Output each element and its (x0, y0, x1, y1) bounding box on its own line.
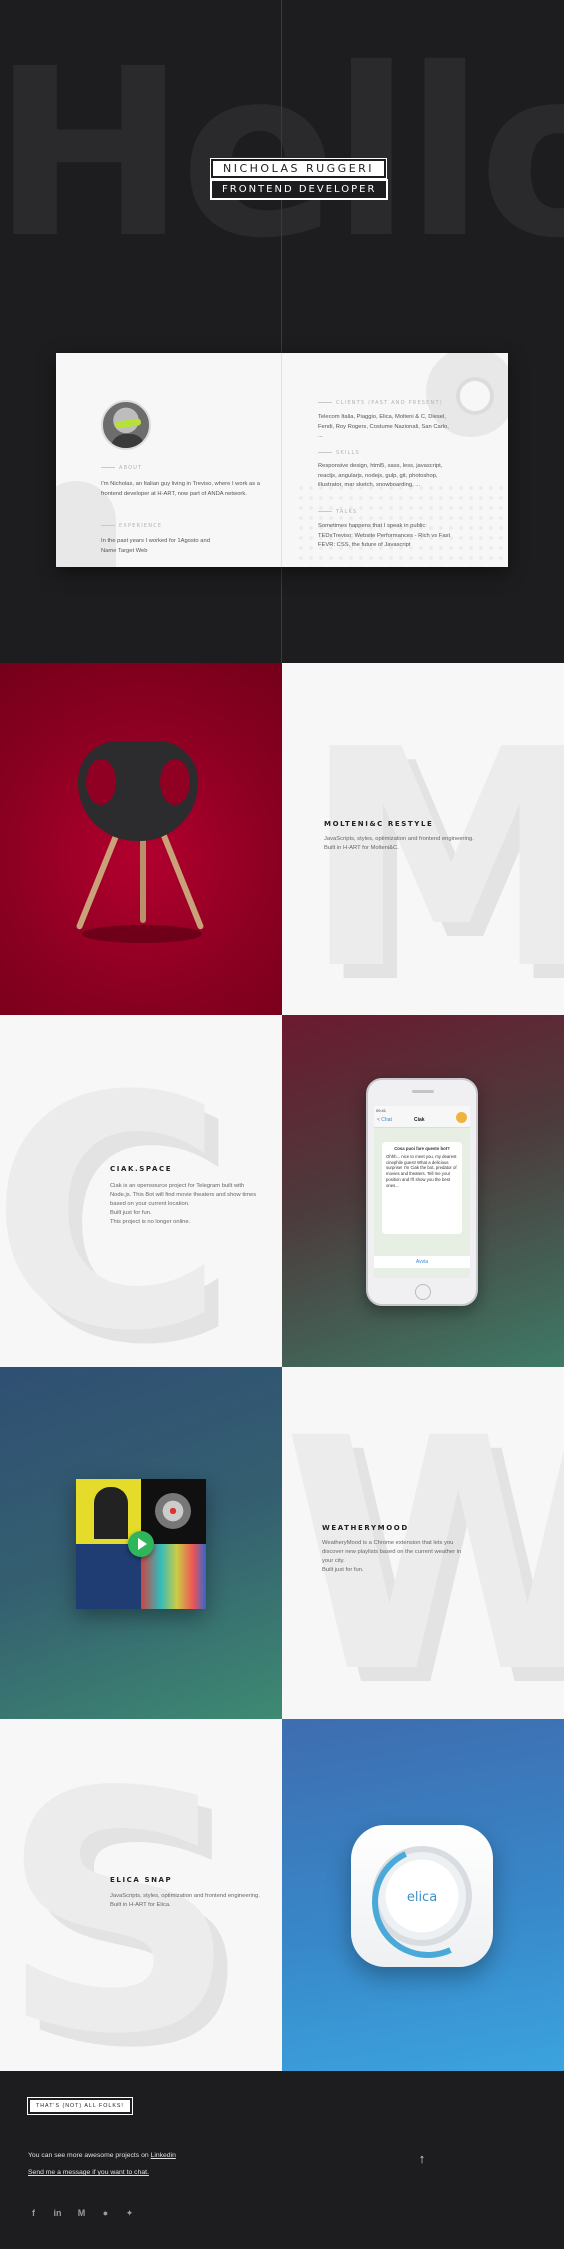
chair-leg (75, 825, 123, 931)
footer-message-text: Send me a message if you want to chat. (28, 2169, 149, 2176)
about-label: ABOUT (101, 465, 142, 471)
phone-screen: 09:41 < Chat Ciak Cosa puoi fare questo … (374, 1106, 470, 1278)
facebook-icon[interactable]: f (28, 2208, 39, 2219)
chair-image (78, 741, 198, 841)
phone-back-link: < Chat (377, 1117, 392, 1123)
skills-text: Responsive design, html5, sass, less, ja… (318, 463, 443, 489)
ciak-desc: Ciak is an opensource project for Telegr… (110, 1183, 257, 1225)
clients-text: Telecom Italia, Piaggio, Elica, Molteni … (318, 414, 449, 440)
elica-image-tile[interactable]: elica (282, 1719, 564, 2071)
elica-title: ELICA SNAP (110, 1876, 173, 1884)
about-card: ABOUT I'm Nicholas, an Italian guy livin… (56, 353, 508, 567)
experience-label: EXPERIENCE (101, 523, 162, 529)
bubble-title: Cosa puoi fare questo bot? (394, 1146, 450, 1151)
elica-app-icon: elica (351, 1825, 493, 1967)
molteni-background-letter: M (302, 686, 564, 1015)
linkedin-link[interactable]: Linkedin (151, 2152, 176, 2159)
phone-message-bubble: Cosa puoi fare questo bot? Ohhh... nice … (382, 1142, 462, 1234)
skills-label: SKILLS (318, 450, 360, 456)
play-icon (128, 1531, 154, 1557)
talks-text: Sometimes happens that I speak in public… (318, 523, 451, 549)
phone-start-button: Avvia (374, 1256, 470, 1268)
message-link[interactable]: Send me a message if you want to chat. (28, 2169, 149, 2176)
chat-avatar-icon (456, 1112, 467, 1123)
chair-leg (140, 833, 146, 923)
weatherymood-title: WEATHERYMOOD (322, 1524, 409, 1532)
about-text: I'm Nicholas, an Italian guy living in T… (101, 481, 260, 497)
weatherymood-desc: WeatheryMood is a Chrome extension that … (322, 1540, 462, 1573)
molteni-image-tile[interactable] (0, 663, 282, 1015)
footer-badge: THAT'S (NOT) ALL FOLKS! (28, 2098, 132, 2114)
molteni-desc: JavaScripts, styles, optimization and fr… (324, 836, 474, 851)
medium-icon[interactable]: M (76, 2208, 87, 2219)
ciak-info-tile[interactable]: C CIAK.SPACE Ciak is an opensource proje… (0, 1015, 282, 1367)
chair-leg (157, 825, 205, 931)
talks-label: TALKS (318, 509, 357, 515)
phone-speaker (412, 1090, 434, 1093)
phone-time: 09:41 (376, 1108, 387, 1113)
phone-chat-name: Ciak (414, 1117, 425, 1123)
elica-background-letter: S (0, 1722, 238, 2071)
clients-label: CLIENTS (PAST AND PRESENT) (318, 400, 443, 406)
chair-hole (86, 759, 116, 805)
weatherymood-image-tile[interactable] (0, 1367, 282, 1719)
album-cover (76, 1544, 141, 1609)
album-collage (76, 1479, 206, 1609)
footer-more-text: You can see more awesome projects on Lin… (28, 2152, 176, 2159)
footer-more-prefix: You can see more awesome projects on (28, 2152, 151, 2159)
album-cover (141, 1479, 206, 1544)
footer: THAT'S (NOT) ALL FOLKS! You can see more… (0, 2071, 564, 2249)
app-ring: elica (372, 1846, 472, 1946)
weatherymood-info-tile[interactable]: W WEATHERYMOOD WeatheryMood is a Chrome … (282, 1367, 564, 1719)
card-divider (281, 353, 282, 567)
hero-section: Hello NICHOLAS RUGGERI FRONTEND DEVELOPE… (0, 0, 564, 663)
hero-name: NICHOLAS RUGGERI (210, 158, 388, 179)
chair-hole (160, 759, 190, 805)
hero-role: FRONTEND DEVELOPER (210, 179, 389, 200)
github-icon[interactable]: ● (100, 2208, 111, 2219)
phone-chat-header: 09:41 < Chat Ciak (374, 1106, 470, 1128)
molteni-title: MOLTENI&C RESTYLE (324, 820, 434, 828)
twitter-icon[interactable]: ✦ (124, 2208, 135, 2219)
elica-desc: JavaScripts, styles, optimization and fr… (110, 1893, 260, 1908)
album-cover (141, 1544, 206, 1609)
back-to-top-icon[interactable]: ↑ (415, 2152, 429, 2166)
experience-text: In the past years I worked for 1Agosto a… (101, 538, 210, 554)
portfolio-page: Hello NICHOLAS RUGGERI FRONTEND DEVELOPE… (0, 0, 564, 2249)
linkedin-icon[interactable]: in (52, 2208, 63, 2219)
bubble-text: Ohhh... nice to meet you, my dearest cin… (386, 1153, 457, 1188)
chair-shadow (82, 925, 202, 943)
phone-home-button (415, 1284, 431, 1300)
hero-background-word: Hello (0, 19, 564, 289)
avatar (101, 400, 151, 450)
elica-info-tile[interactable]: S ELICA SNAP JavaScripts, styles, optimi… (0, 1719, 282, 2071)
phone-mockup: 09:41 < Chat Ciak Cosa puoi fare questo … (366, 1078, 478, 1306)
elica-logo: elica (406, 1890, 438, 1905)
ciak-title: CIAK.SPACE (110, 1165, 173, 1173)
ciak-image-tile[interactable]: 09:41 < Chat Ciak Cosa puoi fare questo … (282, 1015, 564, 1367)
molteni-info-tile[interactable]: M MOLTENI&C RESTYLE JavaScripts, styles,… (282, 663, 564, 1015)
